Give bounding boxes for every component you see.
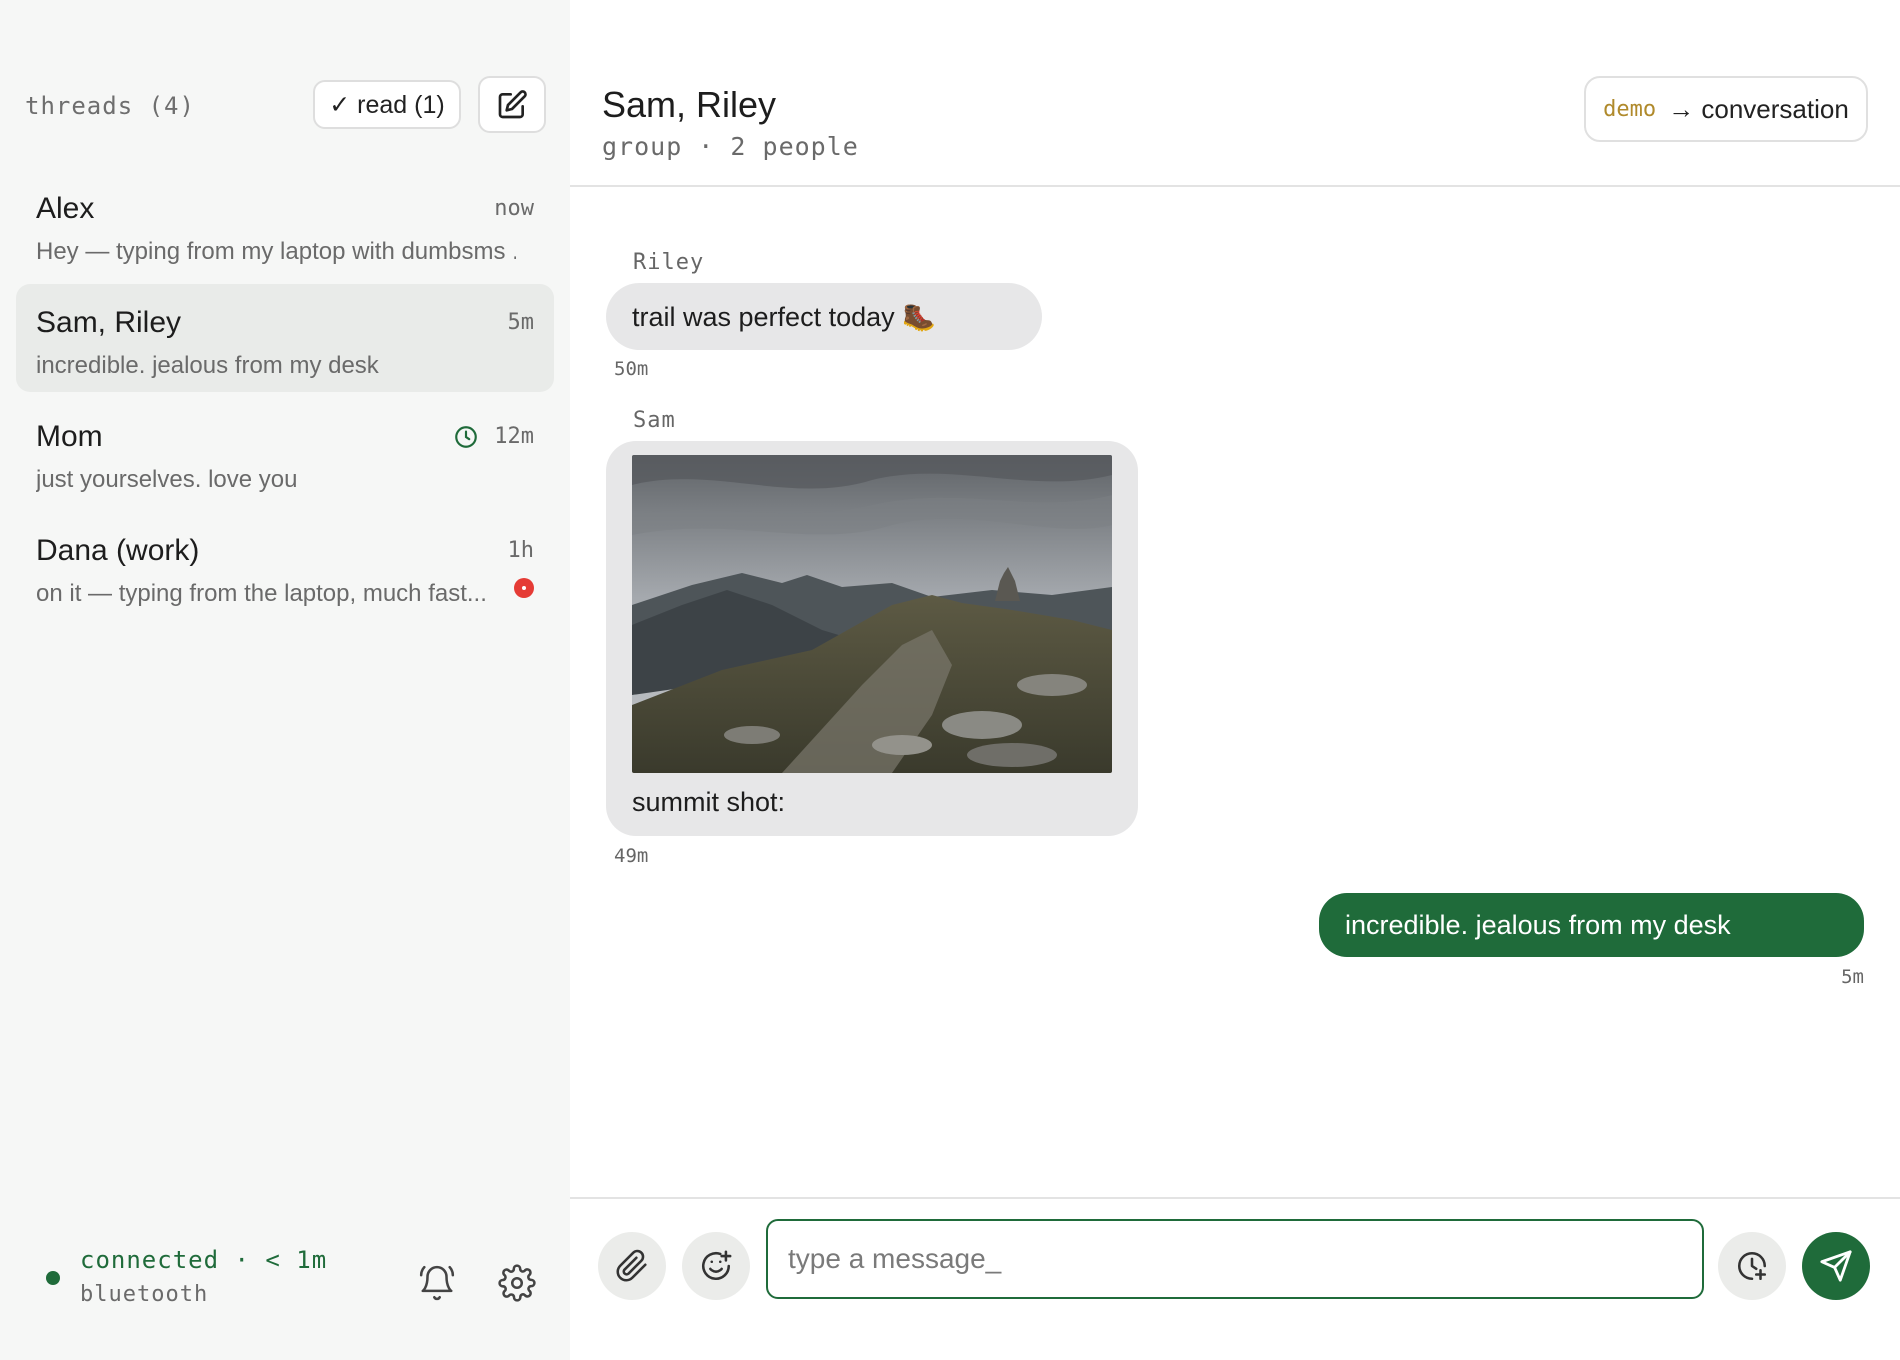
summit-photo[interactable]: [632, 455, 1112, 773]
message-bubble-outgoing[interactable]: incredible. jealous from my desk: [1319, 893, 1864, 957]
sidebar-header: threads (4) ✓ read (1): [0, 0, 570, 170]
thread-item-sam-riley[interactable]: Sam, Riley 5m incredible. jealous from m…: [16, 284, 554, 392]
thread-time: now: [494, 196, 534, 221]
send-icon: [1820, 1250, 1852, 1282]
message-sender: Riley: [633, 250, 705, 275]
gear-icon[interactable]: [498, 1264, 536, 1302]
emoji-plus-icon: [702, 1250, 732, 1280]
mark-read-button[interactable]: ✓ read (1): [313, 80, 461, 129]
connection-status: connected · < 1m bluetooth: [0, 1230, 570, 1340]
thread-sidebar: threads (4) ✓ read (1) Alex now Hey — ty…: [0, 0, 570, 1360]
conversation-pane: Sam, Riley group · 2 people demo → conve…: [570, 0, 1900, 1360]
conversation-header: Sam, Riley group · 2 people demo → conve…: [570, 0, 1900, 187]
message-input[interactable]: [766, 1219, 1704, 1299]
connection-dot-icon: [46, 1271, 60, 1285]
thread-name: Sam, Riley: [36, 306, 182, 339]
paperclip-icon: [616, 1249, 647, 1282]
message-time: 50m: [614, 358, 649, 380]
thread-name: Alex: [36, 192, 95, 225]
thread-item-alex[interactable]: Alex now Hey — typing from my laptop wit…: [16, 170, 554, 278]
conversation-title: Sam, Riley: [602, 84, 777, 125]
thread-name: Mom: [36, 420, 103, 453]
thread-time: 5m: [507, 310, 535, 335]
send-button[interactable]: [1802, 1232, 1870, 1300]
compose-icon: [498, 89, 527, 118]
scheduled-clock-icon: [455, 426, 477, 448]
connection-status-text: connected · < 1m: [80, 1246, 328, 1274]
thread-time: 12m: [494, 424, 534, 449]
schedule-button[interactable]: [1718, 1232, 1786, 1300]
emoji-button[interactable]: [682, 1232, 750, 1300]
schedule-clock-icon: [1737, 1251, 1767, 1281]
thread-name: Dana (work): [36, 534, 200, 567]
message-text: incredible. jealous from my desk: [1345, 910, 1731, 940]
thread-item-mom[interactable]: Mom 12m just yourselves. love you: [16, 398, 554, 506]
thread-time: 1h: [507, 538, 535, 563]
message-text: trail was perfect today 🥾: [632, 302, 936, 332]
compose-button[interactable]: [478, 76, 546, 133]
message-sender: Sam: [633, 408, 676, 433]
message-time: 5m: [1841, 966, 1864, 988]
unread-dot-icon: [514, 578, 534, 598]
demo-tag: demo: [1603, 96, 1657, 122]
thread-preview: incredible. jealous from my desk: [36, 352, 379, 379]
connection-transport: bluetooth: [80, 1282, 209, 1307]
demo-conversation-button[interactable]: demo → conversation: [1584, 76, 1868, 142]
bell-icon[interactable]: [418, 1264, 456, 1302]
thread-preview: just yourselves. love you: [36, 466, 298, 493]
thread-preview: Hey — typing from my laptop with dumbsms…: [36, 238, 516, 265]
conversation-subtitle: group · 2 people: [602, 132, 859, 161]
thread-item-dana-work[interactable]: Dana (work) 1h on it — typing from the l…: [16, 512, 554, 620]
message-text: summit shot:: [632, 787, 786, 817]
threads-count-label: threads (4): [25, 92, 195, 120]
mountain-photo-image: [632, 455, 1112, 773]
demo-label: → conversation: [1668, 93, 1849, 124]
message-time: 49m: [614, 845, 649, 867]
thread-preview: on it — typing from the laptop, much fas…: [36, 580, 487, 607]
message-bubble-incoming[interactable]: summit shot:: [606, 441, 1138, 836]
message-composer: [570, 1197, 1900, 1360]
attach-button[interactable]: [598, 1232, 666, 1300]
message-bubble-incoming[interactable]: trail was perfect today 🥾: [606, 283, 1042, 350]
